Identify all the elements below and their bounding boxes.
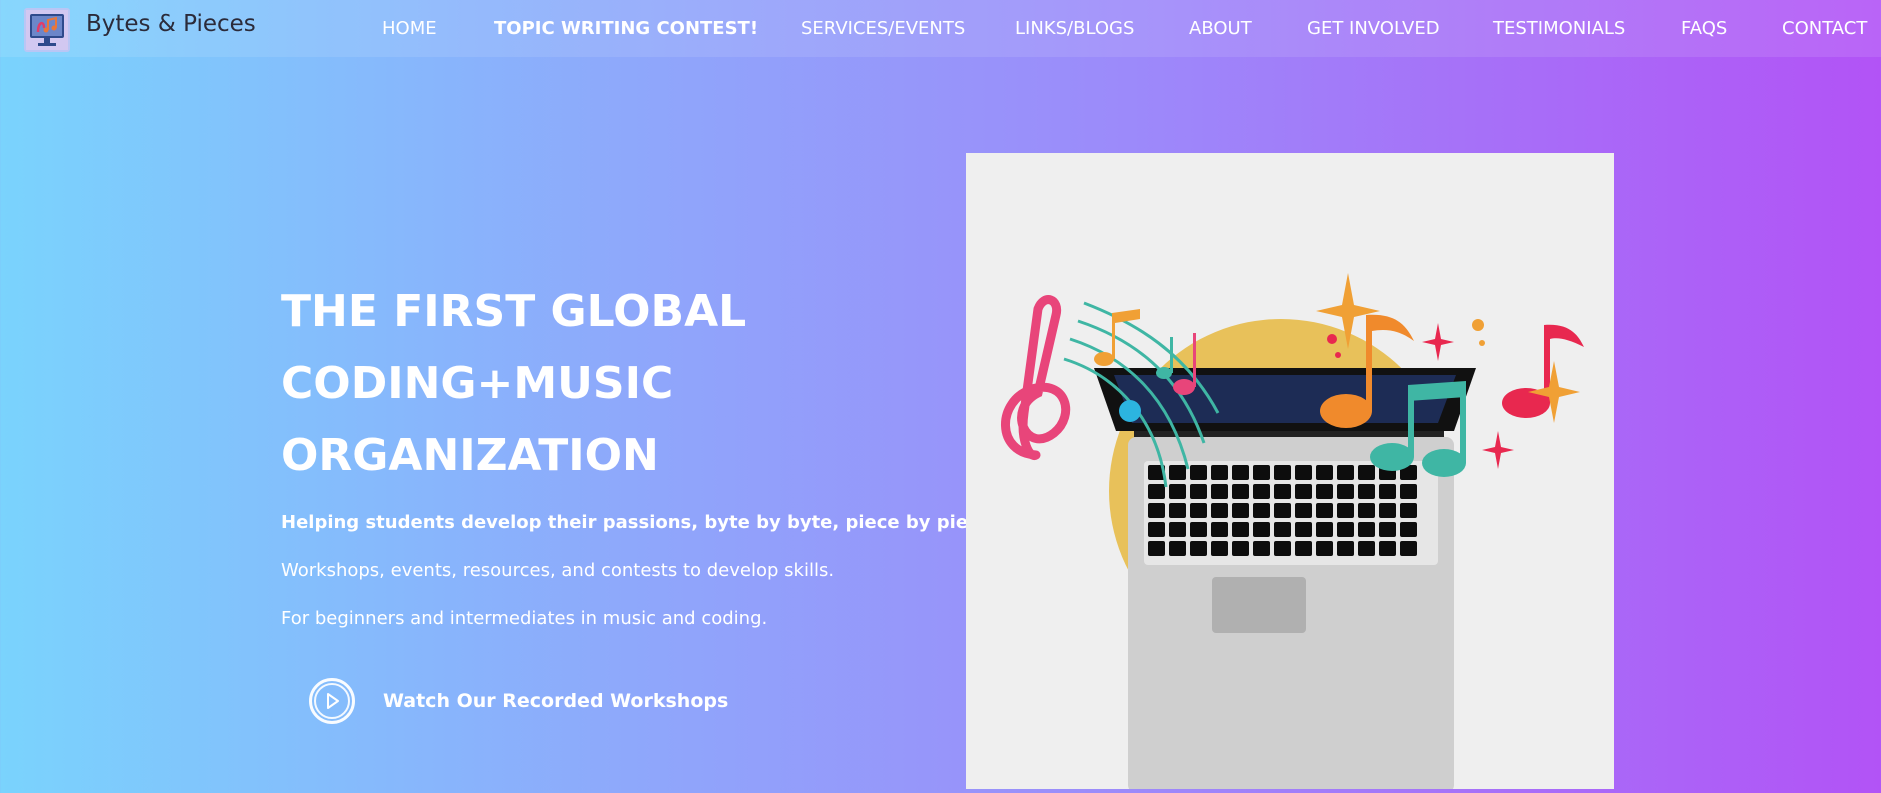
keyboard-key	[1148, 484, 1165, 499]
top-navbar: Bytes & Pieces HOME TOPIC WRITING CONTES…	[0, 0, 1881, 57]
monitor-music-logo-icon[interactable]	[24, 8, 70, 52]
keyboard-key	[1274, 484, 1291, 499]
keyboard-key	[1190, 503, 1207, 518]
keyboard-key	[1400, 541, 1417, 556]
nav-faqs[interactable]: FAQS	[1681, 18, 1727, 39]
keyboard-key	[1169, 503, 1186, 518]
nav-links-blogs[interactable]: LINKS/BLOGS	[1015, 18, 1134, 39]
keyboard-key	[1274, 522, 1291, 537]
watch-workshops-link[interactable]: Watch Our Recorded Workshops	[383, 690, 728, 712]
dot-orange	[1472, 319, 1484, 331]
laptop-music-illustration	[1001, 273, 1584, 793]
keyboard-key	[1274, 465, 1291, 480]
keyboard-key	[1232, 465, 1249, 480]
keyboard-key	[1400, 522, 1417, 537]
hero-title-line-2: CODING+MUSIC	[281, 358, 674, 409]
trackpad	[1212, 577, 1306, 633]
keyboard-key	[1358, 541, 1375, 556]
keyboard-key	[1190, 541, 1207, 556]
keyboard-key	[1358, 465, 1375, 480]
nav-topic-writing-contest[interactable]: TOPIC WRITING CONTEST!	[494, 18, 758, 39]
keyboard-key	[1169, 522, 1186, 537]
dot-red	[1327, 334, 1337, 344]
keyboard-key	[1190, 484, 1207, 499]
keyboard-key	[1337, 503, 1354, 518]
keyboard-key	[1295, 541, 1312, 556]
keyboard-key	[1190, 522, 1207, 537]
hero-description-2: For beginners and intermediates in music…	[281, 608, 768, 629]
keyboard-key	[1358, 503, 1375, 518]
keyboard-key	[1295, 484, 1312, 499]
keyboard-key	[1400, 484, 1417, 499]
keyboard-key	[1379, 522, 1396, 537]
keyboard-key	[1316, 484, 1333, 499]
music-note-icon	[1502, 324, 1584, 418]
keyboard-key	[1379, 503, 1396, 518]
hero-title: THE FIRST GLOBAL CODING+MUSIC ORGANIZATI…	[281, 276, 921, 492]
sparkle-icon	[1482, 431, 1514, 469]
dot-blue	[1119, 400, 1141, 422]
treble-clef-icon	[1001, 295, 1071, 460]
keyboard-key	[1379, 541, 1396, 556]
keyboard-key	[1316, 541, 1333, 556]
keyboard-key	[1295, 465, 1312, 480]
nav-testimonials[interactable]: TESTIMONIALS	[1493, 18, 1625, 39]
keyboard-key	[1211, 503, 1228, 518]
keyboard-key	[1148, 541, 1165, 556]
keyboard-key	[1337, 484, 1354, 499]
keyboard-key	[1169, 541, 1186, 556]
brand-name[interactable]: Bytes & Pieces	[86, 11, 256, 37]
play-icon	[314, 683, 350, 719]
keyboard-key	[1337, 465, 1354, 480]
keyboard-key	[1148, 522, 1165, 537]
keyboard-key	[1274, 503, 1291, 518]
keyboard-key	[1295, 503, 1312, 518]
keyboard-key	[1337, 541, 1354, 556]
hero-description-1: Workshops, events, resources, and contes…	[281, 560, 835, 581]
play-button[interactable]	[309, 678, 355, 724]
hero-tagline: Helping students develop their passions,…	[281, 512, 998, 533]
hero-illustration	[966, 153, 1614, 793]
keyboard-key	[1379, 484, 1396, 499]
keyboard-key	[1316, 465, 1333, 480]
keyboard-key	[1274, 541, 1291, 556]
nav-contact[interactable]: CONTACT	[1782, 18, 1867, 39]
keyboard-key	[1400, 503, 1417, 518]
keyboard-key	[1316, 522, 1333, 537]
keyboard-key	[1190, 465, 1207, 480]
keyboard-key	[1211, 484, 1228, 499]
keyboard-key	[1253, 541, 1270, 556]
nav-about[interactable]: ABOUT	[1189, 18, 1252, 39]
dot-orange-small	[1479, 340, 1485, 346]
keyboard-key	[1337, 522, 1354, 537]
keyboard-key	[1316, 503, 1333, 518]
keyboard-key	[1211, 541, 1228, 556]
nav-home[interactable]: HOME	[382, 18, 437, 39]
keyboard-key	[1253, 522, 1270, 537]
keyboard-key	[1232, 541, 1249, 556]
keyboard-key	[1358, 484, 1375, 499]
keyboard-key	[1253, 484, 1270, 499]
keyboard-key	[1253, 503, 1270, 518]
keyboard-key	[1253, 465, 1270, 480]
keyboard-key	[1211, 465, 1228, 480]
keyboard-key	[1169, 465, 1186, 480]
keyboard-key	[1232, 484, 1249, 499]
nav-get-involved[interactable]: GET INVOLVED	[1307, 18, 1440, 39]
keyboard-key	[1148, 503, 1165, 518]
dot-red-small	[1335, 352, 1341, 358]
keyboard-key	[1211, 522, 1228, 537]
sparkle-icon	[1422, 323, 1454, 361]
keyboard-key	[1232, 522, 1249, 537]
hero-title-line-1: THE FIRST GLOBAL	[281, 286, 747, 337]
keyboard-key	[1232, 503, 1249, 518]
keyboard-key	[1358, 522, 1375, 537]
hero-title-line-3: ORGANIZATION	[281, 430, 659, 481]
keyboard-key	[1169, 484, 1186, 499]
nav-services-events[interactable]: SERVICES/EVENTS	[801, 18, 965, 39]
keyboard-key	[1295, 522, 1312, 537]
